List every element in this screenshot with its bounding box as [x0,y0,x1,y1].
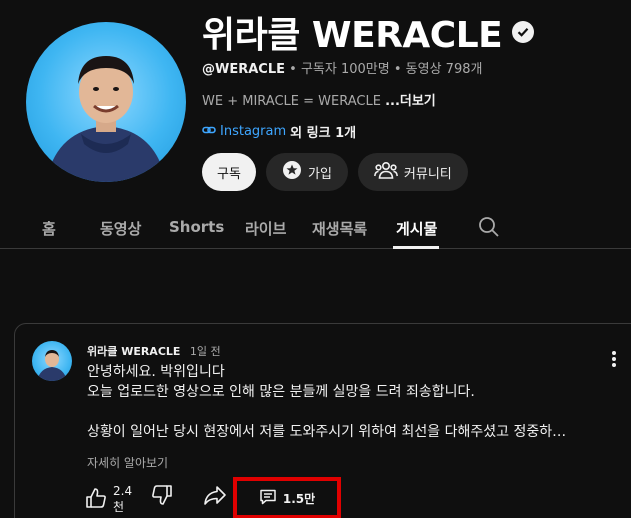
tab-shorts[interactable]: Shorts [169,218,224,236]
verified-icon [512,21,535,43]
post-body: 안녕하세요. 박위입니다 오늘 업로드한 영상으로 인해 많은 분들께 실망을 … [87,362,566,442]
other-links[interactable]: 외 링크 1개 [290,122,356,141]
like-icon [85,487,107,512]
channel-meta: @WERACLE • 구독자 100만명 • 동영상 798개 [202,58,482,77]
post-line: 안녕하세요. 박위입니다 [87,364,225,380]
tab-home[interactable]: 홈 [42,218,56,239]
comment-icon [259,488,277,509]
like-count: 2.4천 [113,484,133,514]
like-button[interactable]: 2.4천 [85,484,132,515]
post-header: 위라클 WERACLE 1일 전 [87,343,221,359]
channel-title-row: 위라클 WERACLE [202,6,535,58]
join-button[interactable]: 가입 [266,153,348,191]
comment-count: 1.5만 [282,491,316,506]
post-author[interactable]: 위라클 WERACLE [87,345,180,358]
share-button[interactable] [203,484,227,509]
tab-playlists[interactable]: 재생목록 [312,218,367,239]
channel-avatar[interactable] [26,22,186,182]
post-author-avatar[interactable] [32,341,72,381]
subscribe-button[interactable]: 구독 [202,153,256,191]
subscriber-count: 구독자 100만명 [300,62,390,77]
join-label: 가입 [308,166,332,182]
tab-videos[interactable]: 동영상 [100,218,141,239]
link-icon [202,123,216,141]
dislike-button[interactable] [151,484,173,509]
meta-separator: • [393,62,402,77]
star-icon [282,160,302,184]
share-icon [203,484,227,509]
dislike-icon [151,484,173,509]
video-count: 동영상 798개 [405,62,483,77]
meta-separator: • [289,62,297,77]
channel-tabs: 홈 동영상 Shorts 라이브 재생목록 게시물 [0,208,631,249]
description-text: WE + MIRACLE = WERACLE [202,94,381,109]
comments-button[interactable]: 1.5만 [233,477,341,518]
channel-description[interactable]: WE + MIRACLE = WERACLE ...더보기 [202,90,436,109]
community-label: 커뮤니티 [403,166,452,182]
community-icon [373,160,398,184]
active-tab-indicator [393,246,439,249]
more-link[interactable]: ...더보기 [385,94,436,109]
read-more-link[interactable]: 자세히 알아보기 [87,454,168,471]
channel-name: 위라클 WERACLE [202,15,503,56]
community-post: 위라클 WERACLE 1일 전 안녕하세요. 박위입니다 오늘 업로드한 영상… [14,323,631,518]
kebab-icon[interactable] [611,350,617,372]
channel-actions: 구독 가입 커뮤니티 [202,153,468,191]
instagram-link[interactable]: Instagram [220,124,286,139]
channel-handle: @WERACLE [202,62,285,77]
tab-live[interactable]: 라이브 [245,218,286,239]
post-line [87,402,566,422]
subscribe-label: 구독 [217,166,241,182]
tab-posts[interactable]: 게시물 [396,218,437,239]
post-line: 오늘 업로드한 영상으로 인해 많은 분들께 실망을 드려 죄송합니다. [87,384,475,400]
community-button[interactable]: 커뮤니티 [357,153,468,191]
search-icon[interactable] [478,216,500,242]
post-time[interactable]: 1일 전 [190,345,221,358]
channel-links: Instagram 외 링크 1개 [202,122,356,141]
post-line: 상황이 일어난 당시 현장에서 저를 도와주시기 위하여 최선을 다해주셨고 정… [87,424,567,440]
